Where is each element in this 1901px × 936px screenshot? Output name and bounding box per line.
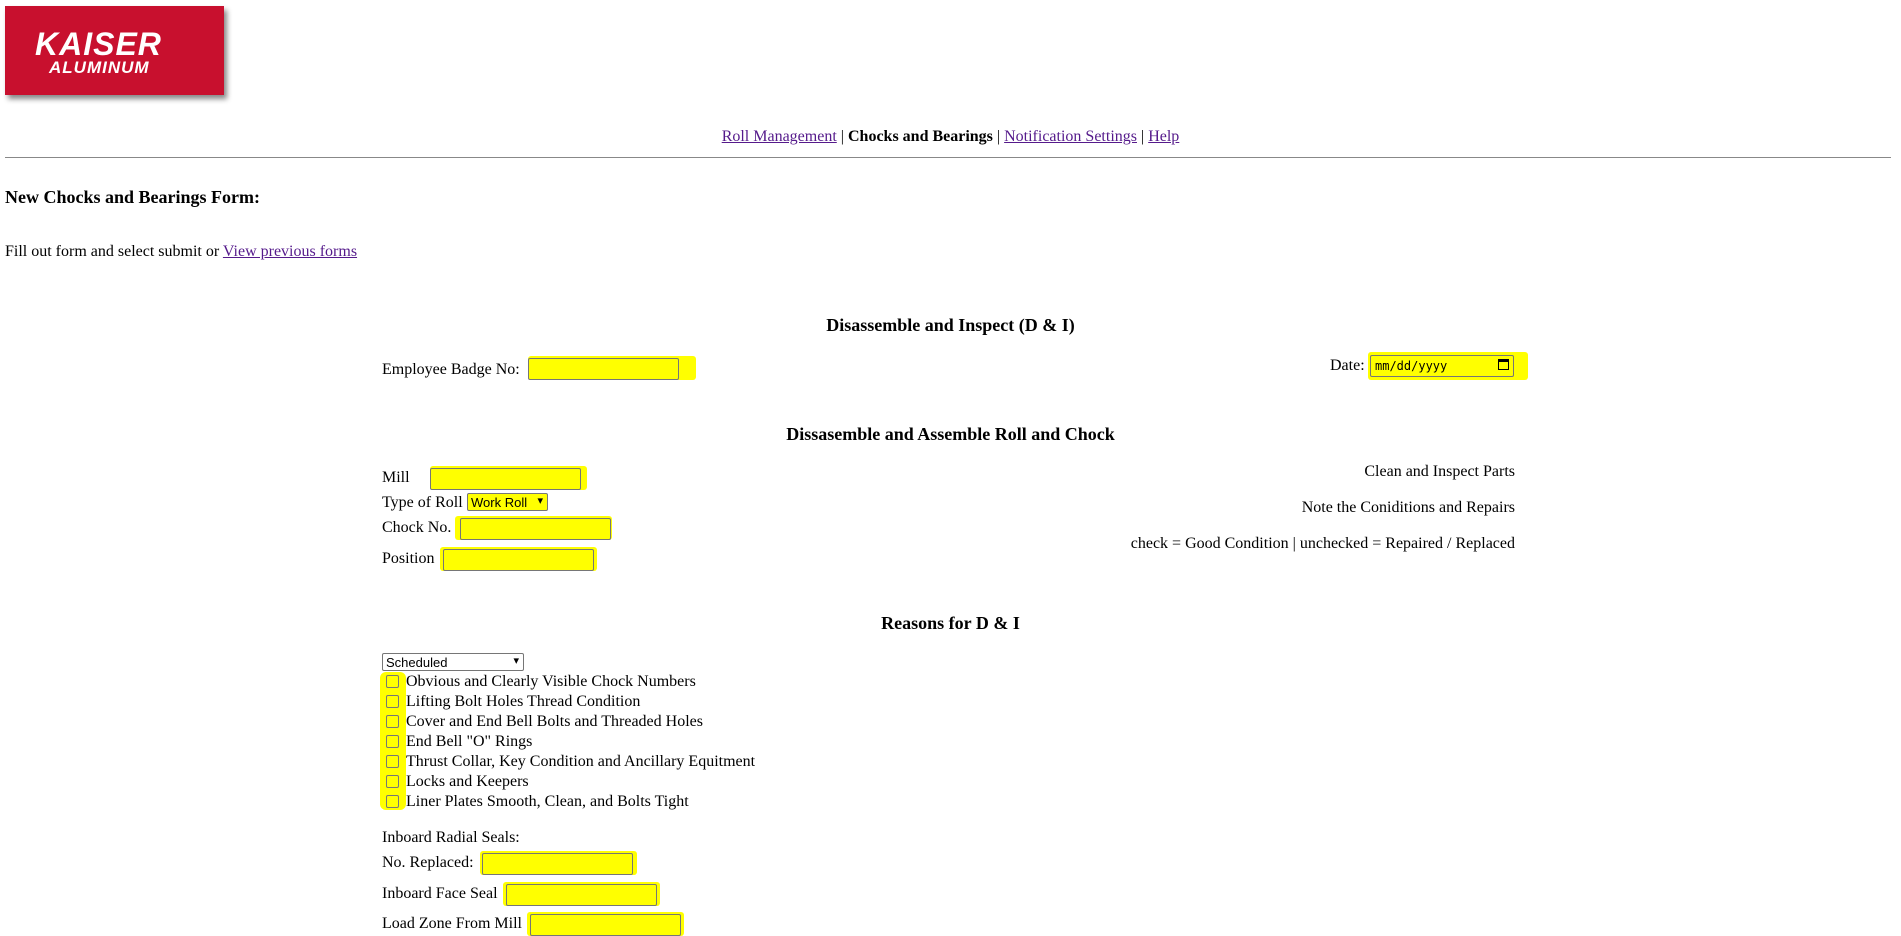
nav-separator: | xyxy=(1140,128,1145,145)
roll-type-label: Type of Roll xyxy=(382,494,463,511)
section-title-d-and-i: Disassemble and Inspect (D & I) xyxy=(826,315,1075,335)
note-conditions-text: Note the Coniditions and Repairs xyxy=(1301,499,1515,516)
check-o-rings[interactable] xyxy=(386,735,399,748)
logo-line-2: ALUMINUM xyxy=(49,58,150,77)
top-nav: Roll Management | Chocks and Bearings | … xyxy=(0,128,1901,146)
nav-notification-settings[interactable]: Notification Settings xyxy=(1004,128,1137,145)
check-label: Obvious and Clearly Visible Chock Number… xyxy=(406,673,696,690)
mill-label: Mill xyxy=(382,469,410,486)
badge-input[interactable] xyxy=(528,358,679,380)
chevron-down-icon: ▾ xyxy=(537,495,543,507)
load-zone-input[interactable] xyxy=(530,914,681,936)
date-placeholder: mm/dd/yyyy xyxy=(1375,359,1448,373)
mill-input[interactable] xyxy=(430,468,581,490)
date-label: Date: xyxy=(1330,357,1365,374)
check-label: Cover and End Bell Bolts and Threaded Ho… xyxy=(406,713,703,730)
check-thrust-collar[interactable] xyxy=(386,755,399,768)
intro-label: Fill out form and select submit or xyxy=(5,243,220,260)
check-label: Locks and Keepers xyxy=(406,773,529,790)
intro-text: Fill out form and select submit or View … xyxy=(5,243,357,261)
page-title: New Chocks and Bearings Form: xyxy=(5,187,260,207)
no-replaced-input[interactable] xyxy=(482,853,633,875)
roll-type-value: Work Roll xyxy=(471,495,528,510)
position-label: Position xyxy=(382,550,435,567)
badge-label: Employee Badge No: xyxy=(382,361,520,378)
date-input[interactable]: mm/dd/yyyy xyxy=(1370,355,1514,377)
no-replaced-label: No. Replaced: xyxy=(382,854,474,871)
check-label: Thrust Collar, Key Condition and Ancilla… xyxy=(406,753,756,770)
nav-roll-management[interactable]: Roll Management xyxy=(722,128,837,145)
check-lifting-bolt[interactable] xyxy=(386,695,399,708)
calendar-icon[interactable] xyxy=(1498,359,1509,370)
check-locks-keepers[interactable] xyxy=(386,775,399,788)
company-logo: KAISER ALUMINUM xyxy=(5,6,224,95)
check-liner-plates[interactable] xyxy=(386,795,399,808)
check-legend-text: check = Good Condition | unchecked = Rep… xyxy=(1130,535,1515,552)
section-title-reasons: Reasons for D & I xyxy=(881,613,1020,633)
clean-inspect-text: Clean and Inspect Parts xyxy=(1364,463,1515,480)
chock-label: Chock No. xyxy=(382,519,452,536)
chock-input[interactable] xyxy=(460,518,611,540)
view-previous-forms-link[interactable]: View previous forms xyxy=(223,243,357,260)
reason-value: Scheduled xyxy=(386,655,448,670)
roll-type-select[interactable]: Work Roll ▾ xyxy=(467,493,548,511)
check-cover-end-bell[interactable] xyxy=(386,715,399,728)
inboard-face-input[interactable] xyxy=(506,884,657,906)
inboard-radial-label: Inboard Radial Seals: xyxy=(382,829,520,846)
check-label: Lifting Bolt Holes Thread Condition xyxy=(406,693,641,710)
reason-select[interactable]: Scheduled ▾ xyxy=(382,653,524,671)
nav-separator: | xyxy=(996,128,1001,145)
check-label: Liner Plates Smooth, Clean, and Bolts Ti… xyxy=(406,793,689,810)
position-input[interactable] xyxy=(443,549,594,571)
load-zone-label: Load Zone From Mill xyxy=(382,915,522,932)
nav-chocks-and-bearings-current: Chocks and Bearings xyxy=(847,128,993,145)
nav-separator: | xyxy=(840,128,844,145)
check-label: End Bell "O" Rings xyxy=(406,733,533,750)
chevron-down-icon: ▾ xyxy=(513,655,519,667)
section-title-roll-and-chock: Dissasemble and Assemble Roll and Chock xyxy=(786,424,1115,444)
check-chock-numbers[interactable] xyxy=(386,675,399,688)
header-divider xyxy=(5,157,1891,158)
inboard-face-label: Inboard Face Seal xyxy=(382,885,498,902)
nav-help[interactable]: Help xyxy=(1148,128,1179,145)
